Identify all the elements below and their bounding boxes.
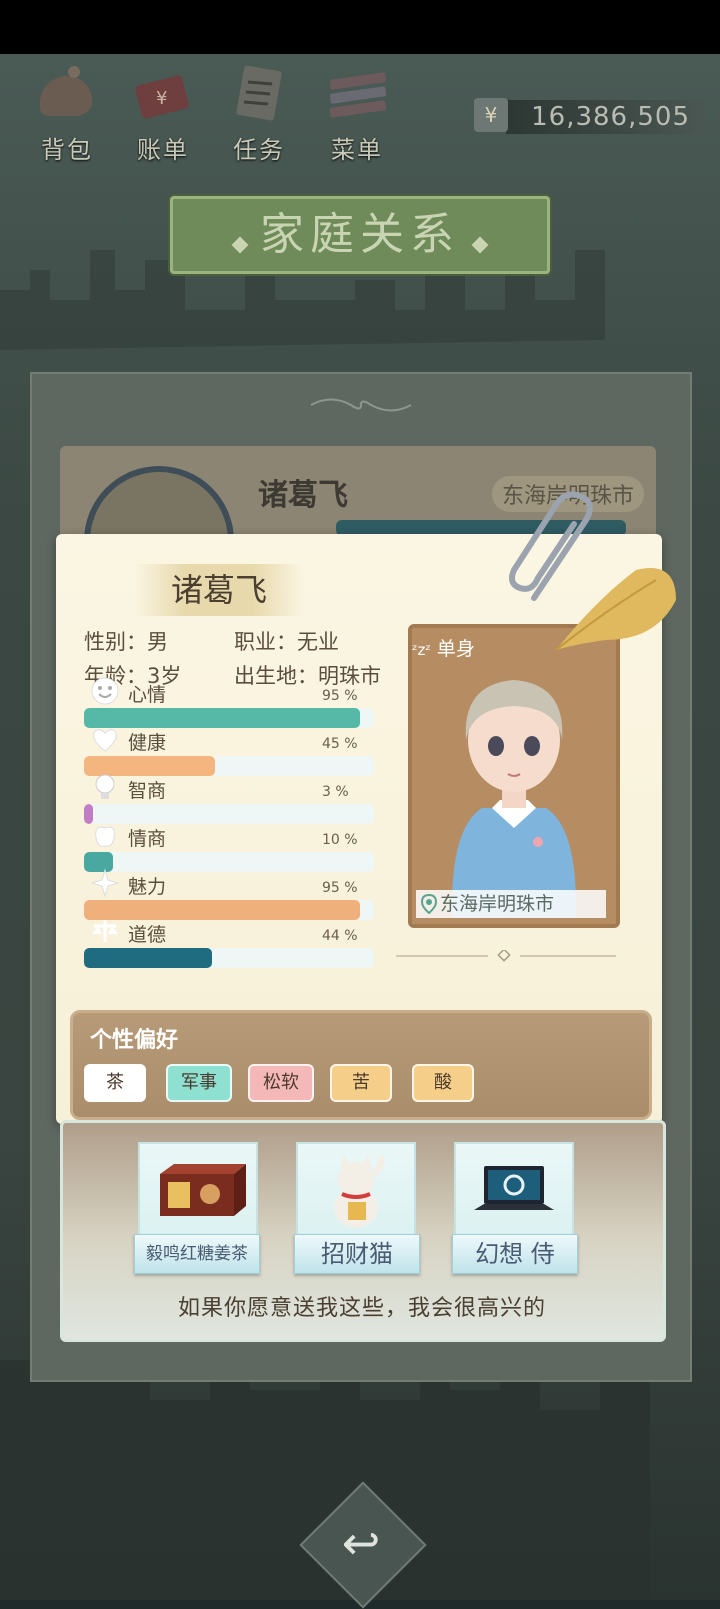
lucky-cat-icon <box>334 1154 385 1228</box>
stat-bar-fill <box>84 900 360 920</box>
stat-percent: 3 % <box>322 784 349 800</box>
nav-task-button[interactable]: 任务 <box>214 62 304 164</box>
stat-percent: 44 % <box>322 928 358 944</box>
portrait-location-label: 东海岸明珠市 <box>440 893 555 915</box>
ornament-icon <box>310 398 412 412</box>
nav-label-task: 任务 <box>233 136 285 164</box>
gender-info: 性别：男 <box>84 630 168 654</box>
heart-icon <box>93 729 117 752</box>
sparkle-icon <box>90 868 120 898</box>
ornament-divider <box>396 950 616 962</box>
svg-text:¥: ¥ <box>156 88 167 109</box>
character-image <box>412 628 616 924</box>
stat-bar-track <box>84 708 374 728</box>
stat-label: 智商 <box>128 780 167 802</box>
gift-message: 如果你愿意送我这些，我会很高兴的 <box>177 1296 546 1321</box>
stat-percent: 10 % <box>322 832 358 848</box>
stat-bar-track <box>84 852 374 872</box>
nav-label-menu: 菜单 <box>331 136 383 164</box>
gift-label-lucky-cat[interactable]: 招财猫 <box>294 1234 420 1274</box>
gift-label-laptop[interactable]: 幻想 侍 <box>452 1234 578 1274</box>
page-title-plate: 家庭关系 <box>170 196 550 274</box>
preference-tag: 苦 <box>330 1064 392 1102</box>
location-pin-icon <box>420 894 438 914</box>
relationship-status-label: 单身 <box>436 638 475 660</box>
stat-label: 心情 <box>128 684 167 706</box>
preference-tag: 军事 <box>166 1064 232 1102</box>
stat-percent: 95 % <box>322 880 358 896</box>
stat-bar-fill <box>84 948 212 968</box>
nav-backpack-button[interactable]: 背包 <box>22 62 112 164</box>
preference-tag: 松软 <box>248 1064 314 1102</box>
back-arrow-icon: ↩ <box>341 1516 381 1570</box>
stat-bar-track <box>84 804 374 824</box>
preference-tag: 酸 <box>412 1064 474 1102</box>
stat-label: 健康 <box>128 732 167 754</box>
currency-display: 16,386,505 ¥ <box>468 98 708 142</box>
tea-box-icon <box>160 1164 246 1216</box>
preference-tag: 茶 <box>84 1064 146 1102</box>
diamond-right-icon <box>471 236 489 253</box>
backpack-icon <box>39 66 93 116</box>
smile-icon <box>91 677 119 705</box>
lightbulb-icon <box>95 774 115 799</box>
stat-bar-fill <box>84 708 360 728</box>
nav-menu-button[interactable]: 菜单 <box>312 62 402 164</box>
preferences-title: 个性偏好 <box>90 1028 179 1053</box>
diamond-left-icon <box>231 236 249 253</box>
apple-icon <box>95 826 115 847</box>
ginkgo-leaf-icon <box>555 568 676 651</box>
birthplace-info: 出生地：明珠市 <box>234 664 381 688</box>
gift-label-ginger-tea[interactable]: 毅鸣红糖姜茶 <box>134 1234 260 1274</box>
relationship-status: ᶻzᶻ 单身 <box>412 634 475 661</box>
stat-label: 道德 <box>128 924 167 946</box>
nav-label-bill: 账单 <box>137 136 189 164</box>
nav-bill-button[interactable]: ¥ 账单 <box>118 62 208 164</box>
stat-label: 魅力 <box>128 876 167 898</box>
profile-name: 诸葛飞 <box>170 571 267 609</box>
status-bar <box>0 0 720 54</box>
scale-icon <box>92 920 118 942</box>
portrait-location: 东海岸明珠市 <box>416 890 606 918</box>
stat-percent: 45 % <box>322 736 358 752</box>
stat-bar-track <box>84 756 374 776</box>
sleep-icon: ᶻzᶻ <box>412 641 431 659</box>
task-icon <box>236 65 282 121</box>
top-navigation: 背包 ¥ 账单 任务 菜单 16,386,505 ¥ <box>0 54 720 164</box>
menu-icon <box>329 72 387 118</box>
stat-percent: 95 % <box>322 688 358 704</box>
yen-icon: ¥ <box>474 98 508 132</box>
stat-bar-track <box>84 948 374 968</box>
currency-bar: 16,386,505 <box>506 100 706 134</box>
laptop-icon <box>474 1166 554 1210</box>
stat-label: 情商 <box>128 828 167 850</box>
member-name: 诸葛飞 <box>258 478 348 513</box>
bill-icon: ¥ <box>135 75 189 119</box>
page-title: 家庭关系 <box>260 209 460 260</box>
nav-label-backpack: 背包 <box>41 136 93 164</box>
character-portrait <box>408 624 620 928</box>
currency-amount: 16,386,505 <box>531 102 690 132</box>
stat-bar-track <box>84 900 374 920</box>
job-info: 职业：无业 <box>234 630 339 654</box>
